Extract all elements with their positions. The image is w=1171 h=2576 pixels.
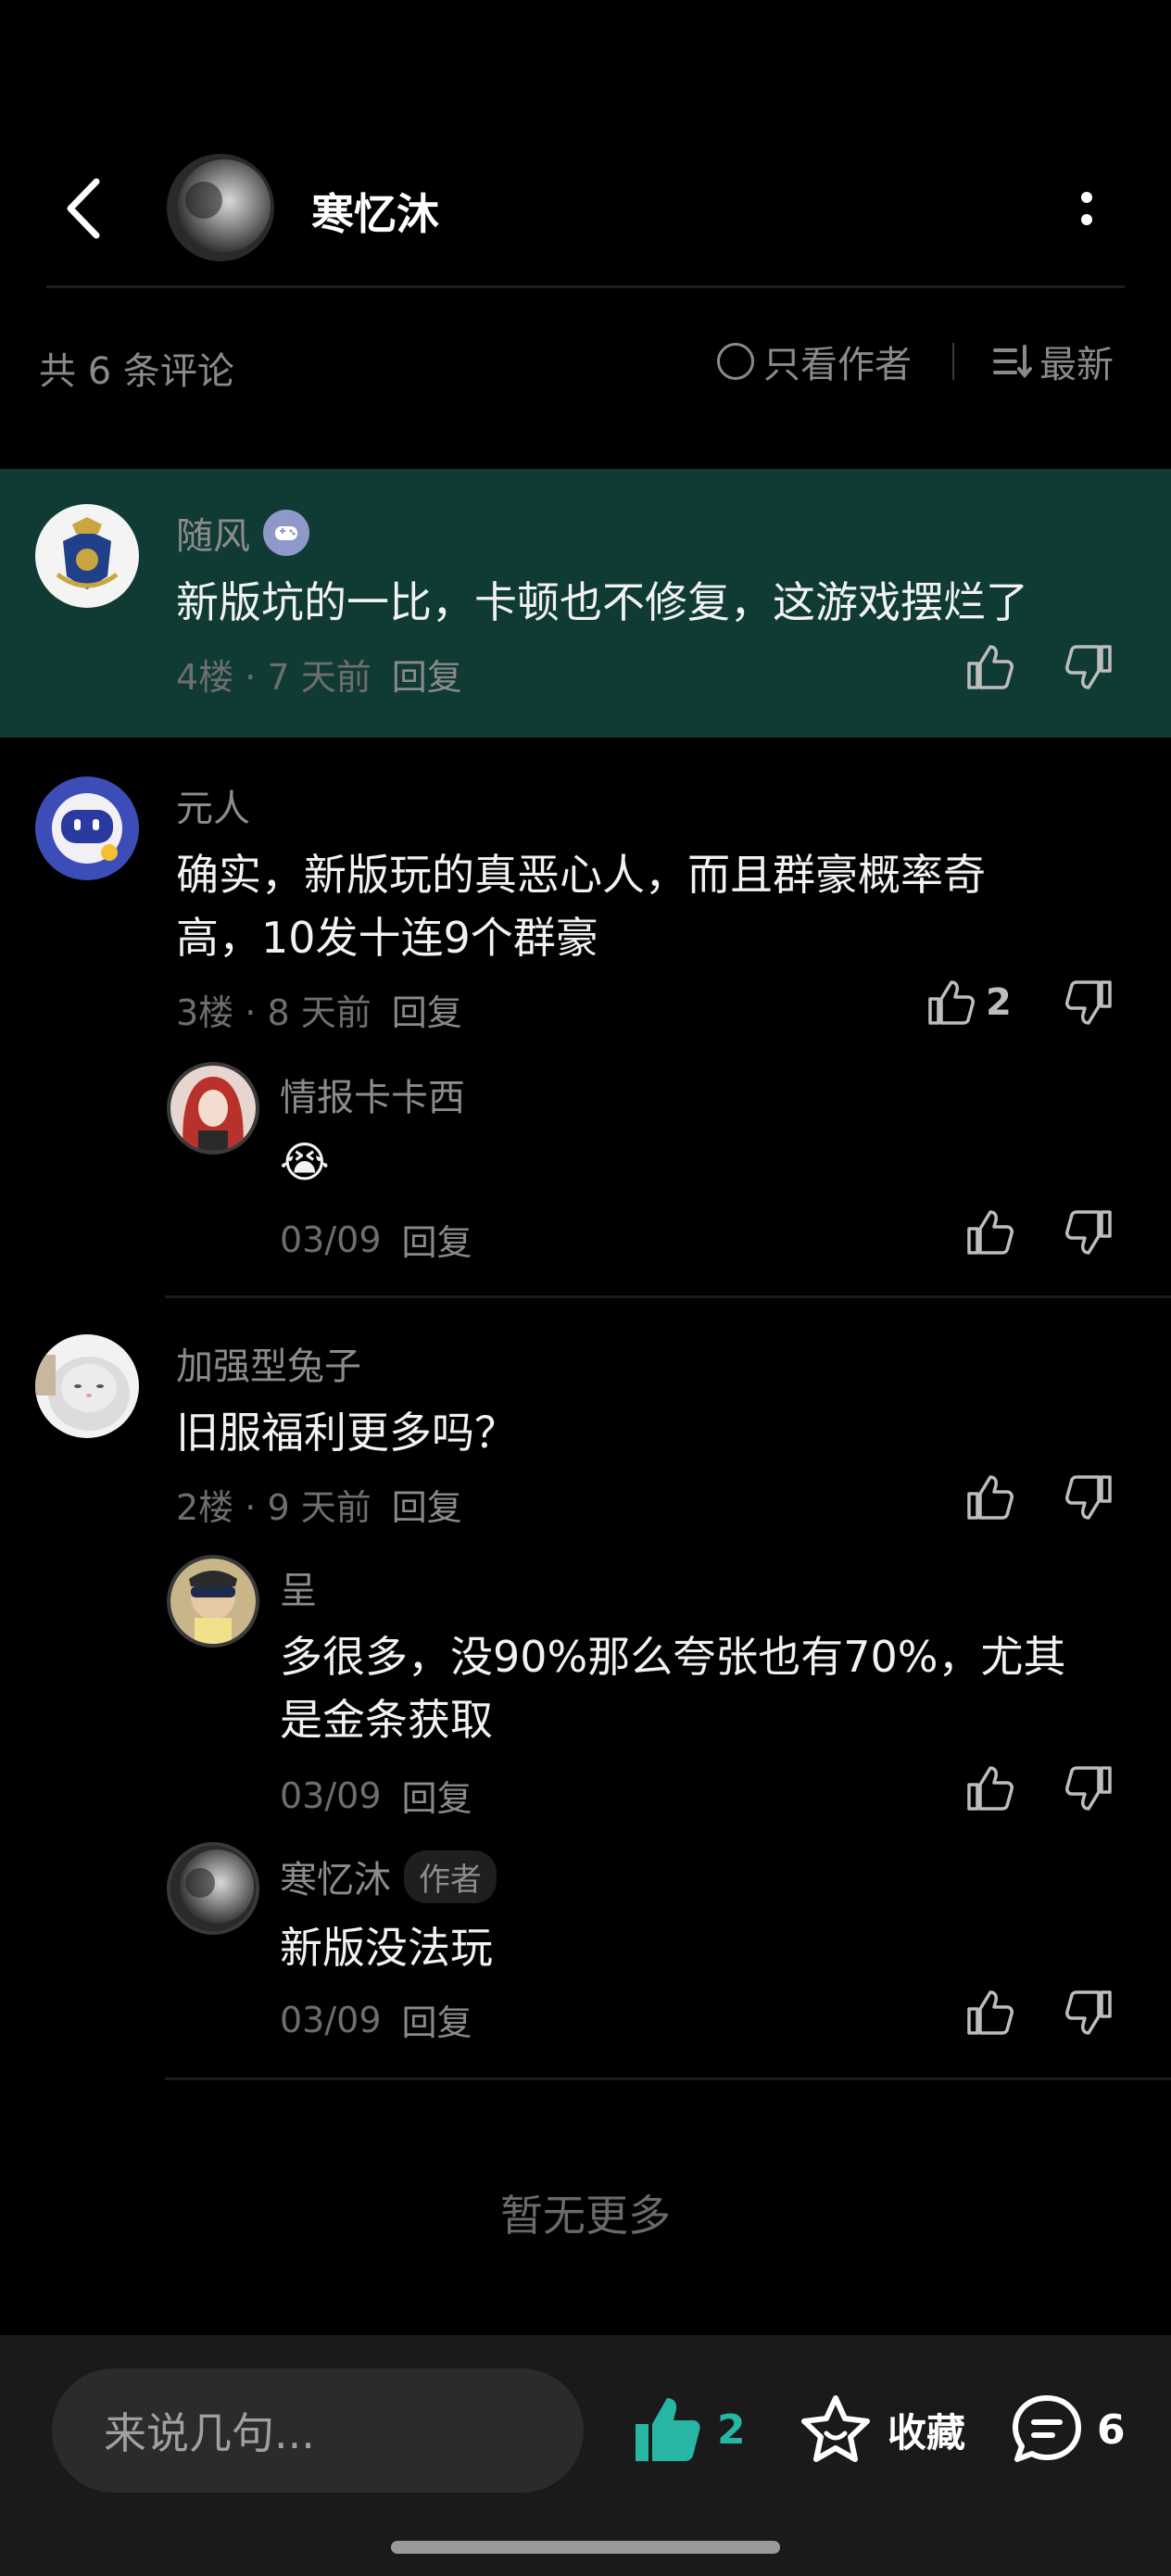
dislike-button[interactable] [1064, 977, 1115, 1032]
reply-username[interactable]: 情报卡卡西 [280, 1067, 465, 1121]
post-like-count: 2 [717, 2406, 746, 2454]
thumbs-up-icon [967, 1210, 1014, 1255]
comment-username[interactable]: 元人 [176, 778, 250, 832]
comment-floor-time: 4楼 · 7 天前 [176, 657, 371, 698]
like-button[interactable] [963, 1762, 1015, 1814]
reply-button[interactable]: 回复 [392, 1479, 462, 1530]
thumbs-up-icon [928, 980, 975, 1025]
dislike-button[interactable] [1064, 1762, 1115, 1818]
thumbs-down-icon [1065, 645, 1112, 689]
like-count: 2 [986, 981, 1012, 1024]
reply-button[interactable]: 回复 [402, 1994, 472, 2045]
reply-meta: 03/09 回复 [280, 1770, 472, 1821]
reply-meta: 03/09 回复 [280, 1214, 472, 1265]
dislike-button[interactable] [1064, 1987, 1115, 2042]
reply-text: 多很多，没90%那么夸张也有70%，尤其 是金条获取 [280, 1632, 1066, 1745]
home-indicator[interactable] [391, 2541, 780, 2554]
favorite-button[interactable]: 收藏 [799, 2393, 965, 2467]
sort-icon [993, 345, 1032, 379]
thumbs-down-icon [1065, 1990, 1112, 2035]
author-only-label: 只看作者 [763, 344, 912, 386]
dislike-button[interactable] [1064, 1471, 1115, 1527]
reply-meta: 03/09 回复 [280, 1994, 472, 2045]
thumbs-down-icon [1065, 980, 1112, 1025]
no-more-label: 暂无更多 [500, 2191, 671, 2241]
comment-username[interactable]: 加强型兔子 [176, 1336, 361, 1390]
more-vertical-icon [1081, 192, 1092, 203]
dislike-button[interactable] [1064, 1206, 1115, 1262]
game-controller-icon [263, 510, 309, 556]
comment-meta: 2楼 · 9 天前 回复 [176, 1479, 462, 1530]
back-button[interactable] [56, 171, 111, 246]
reply-button[interactable]: 回复 [392, 649, 462, 700]
thumbs-down-icon [1065, 1766, 1112, 1811]
reply-date: 03/09 [280, 1774, 382, 1816]
chevron-left-icon [67, 178, 100, 239]
avatar[interactable] [35, 504, 139, 608]
author-name[interactable]: 寒忆沐 [311, 181, 439, 242]
divider [165, 1295, 1171, 1298]
author-avatar[interactable] [167, 154, 274, 261]
star-icon [801, 2395, 870, 2462]
thumbs-up-icon [967, 1990, 1014, 2035]
chat-bubble-icon [1013, 2395, 1081, 2462]
like-button[interactable] [963, 1206, 1015, 1258]
comment-text: 新版坑的一比，卡顿也不修复，这游戏摆烂了 [176, 577, 1028, 627]
avatar[interactable] [167, 1062, 259, 1155]
filter-row: 共 6 条评论 只看作者 最新 [0, 324, 1171, 398]
comment-text: 确实，新版玩的真恶心人，而且群豪概率奇 高，10发十连9个群豪 [176, 850, 986, 963]
comments-button[interactable]: 6 [1010, 2393, 1126, 2467]
like-button[interactable] [963, 1987, 1015, 2039]
comment-meta: 4楼 · 7 天前 回复 [176, 649, 462, 700]
sort-label: 最新 [1039, 344, 1114, 386]
author-badge: 作者 [404, 1850, 497, 1903]
author-only-toggle[interactable]: 只看作者 [717, 335, 912, 387]
post-like-button[interactable]: 2 [630, 2393, 746, 2467]
comment-input[interactable]: 来说几句... [52, 2368, 584, 2493]
comment-item[interactable]: 加强型兔子 旧服福利更多吗？ 2楼 · 9 天前 回复 呈 多很多，没90%那么… [0, 1299, 1171, 2080]
thumbs-down-icon [1065, 1475, 1112, 1520]
reply-username[interactable]: 寒忆沐 作者 [280, 1850, 497, 1903]
reply-button[interactable]: 回复 [402, 1770, 472, 1821]
reply-button[interactable]: 回复 [392, 984, 462, 1035]
avatar[interactable] [35, 777, 139, 880]
divider [952, 343, 954, 380]
bottom-bar: 来说几句... 2 收藏 6 [0, 2335, 1171, 2576]
comment-text: 旧服福利更多吗？ [176, 1408, 517, 1458]
comment-floor-time: 3楼 · 8 天前 [176, 992, 371, 1033]
more-button[interactable] [1065, 176, 1108, 241]
comment-meta: 3楼 · 8 天前 回复 [176, 984, 462, 1035]
reply-button[interactable]: 回复 [402, 1214, 472, 1265]
like-button[interactable] [963, 1471, 1015, 1523]
avatar[interactable] [167, 1842, 259, 1935]
thumbs-up-icon [967, 645, 1014, 689]
sort-button[interactable]: 最新 [991, 335, 1114, 387]
thumbs-up-icon [967, 1475, 1014, 1520]
comment-count: 共 6 条评论 [39, 350, 234, 393]
avatar[interactable] [167, 1555, 259, 1648]
radio-icon [717, 343, 754, 380]
divider [165, 2077, 1171, 2080]
thumbs-down-icon [1065, 1210, 1112, 1255]
reply-text: 新版没法玩 [280, 1923, 493, 1973]
like-button[interactable] [963, 641, 1015, 693]
reply-username[interactable]: 呈 [280, 1560, 317, 1614]
reply-date: 03/09 [280, 1219, 382, 1260]
avatar[interactable] [35, 1334, 139, 1438]
comment-item[interactable]: 元人 确实，新版玩的真恶心人，而且群豪概率奇 高，10发十连9个群豪 3楼 · … [0, 741, 1171, 1298]
thumbs-up-icon [967, 1766, 1014, 1811]
thumbs-up-filled-icon [636, 2398, 700, 2461]
comment-username[interactable]: 随风 [176, 506, 309, 560]
dislike-button[interactable] [1064, 641, 1115, 697]
divider [46, 285, 1125, 288]
comment-item[interactable]: 随风 新版坑的一比，卡顿也不修复，这游戏摆烂了 4楼 · 7 天前 回复 [0, 469, 1171, 738]
app-bar: 寒忆沐 [0, 0, 1171, 288]
like-button[interactable]: 2 [925, 977, 1012, 1029]
reply-text: 😭 [280, 1137, 330, 1187]
comment-count-badge: 6 [1097, 2406, 1126, 2454]
reply-date: 03/09 [280, 1999, 382, 2040]
comment-floor-time: 2楼 · 9 天前 [176, 1487, 371, 1528]
favorite-label: 收藏 [888, 2409, 966, 2456]
